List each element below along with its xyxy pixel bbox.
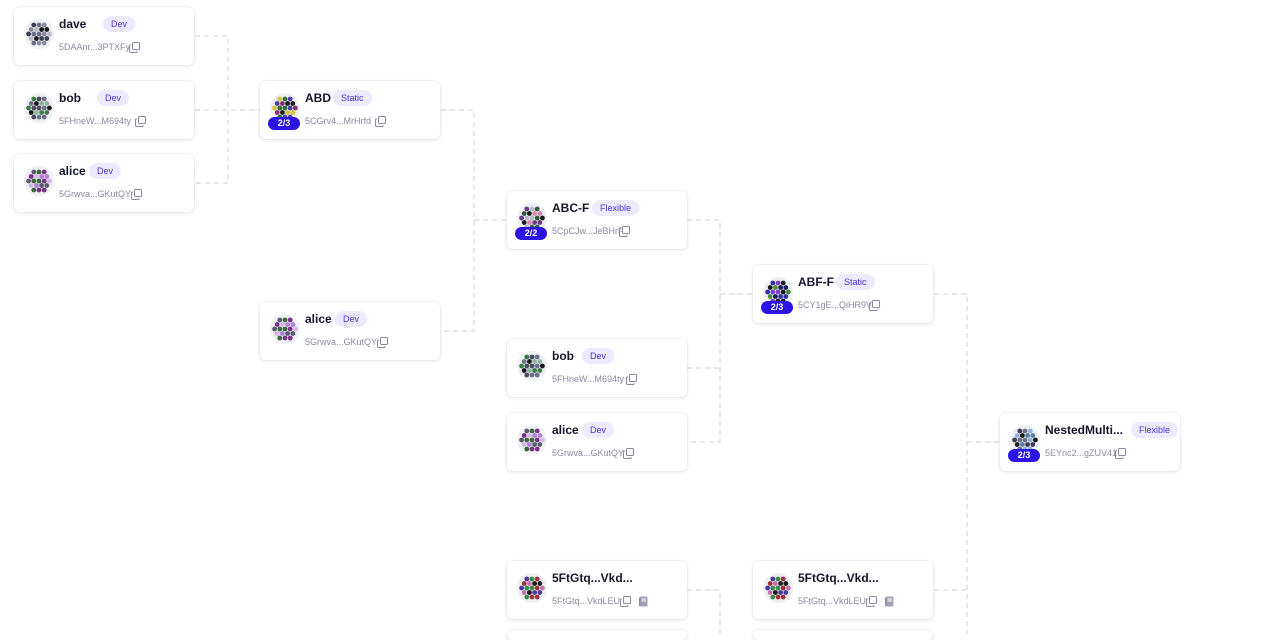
signatory-card-alice[interactable]: alice Dev 5Grwva...GKutQY	[507, 413, 687, 471]
copy-icon[interactable]	[135, 116, 146, 127]
threshold-badge: 2/3	[1008, 449, 1040, 462]
account-name: bob	[552, 349, 574, 363]
book-icon[interactable]	[884, 596, 895, 607]
identicon-avatar	[24, 93, 54, 123]
multisig-type-badge: Static	[836, 274, 875, 290]
account-type-badge: Dev	[89, 163, 122, 179]
account-card-partial[interactable]	[753, 630, 933, 640]
account-name: alice	[552, 423, 579, 437]
multisig-address: 5CGrv4...MrHrfd	[305, 116, 372, 126]
identicon-avatar	[270, 314, 300, 344]
multisig-type-badge: Flexible	[1131, 422, 1179, 438]
signatory-card-alice[interactable]: alice Dev 5Grwva...GKutQY	[260, 302, 440, 360]
account-name: alice	[305, 312, 332, 326]
account-address: 5FtGtq...VkdLEU	[552, 596, 621, 606]
account-address: 5Grwva...GKutQY	[305, 337, 378, 347]
multisig-name: ABC-F	[552, 201, 590, 215]
account-address: 5Grwva...GKutQY	[552, 448, 625, 458]
copy-icon[interactable]	[377, 337, 388, 348]
multisig-card-abc-f[interactable]: 2/2 ABC-F Flexible 5CpCJw...JeBHrF	[507, 191, 687, 249]
threshold-badge: 2/3	[761, 301, 793, 314]
multisig-address: 5CY1gE...QiHR9V	[798, 300, 873, 310]
multisig-name: ABD	[305, 91, 331, 105]
copy-icon[interactable]	[626, 374, 637, 385]
multisig-address: 5CpCJw...JeBHrF	[552, 226, 624, 236]
account-address: 5FtGtq...VkdLEU	[798, 596, 867, 606]
multisig-name: NestedMulti...	[1045, 423, 1124, 437]
account-type-badge: Dev	[582, 422, 615, 438]
signatory-card-bob[interactable]: bob Dev 5FHneW...M694ty	[507, 339, 687, 397]
account-name: alice	[59, 164, 86, 178]
copy-icon[interactable]	[375, 116, 386, 127]
copy-icon[interactable]	[619, 226, 630, 237]
copy-icon[interactable]	[131, 189, 142, 200]
account-name: 5FtGtq...Vkd...	[552, 571, 633, 585]
copy-icon[interactable]	[620, 596, 631, 607]
identicon-avatar	[24, 166, 54, 196]
account-type-badge: Dev	[582, 348, 615, 364]
signatory-card-bob[interactable]: bob Dev 5FHneW...M694ty	[14, 81, 194, 139]
account-card-5ftgtq[interactable]: 5FtGtq...Vkd... 5FtGtq...VkdLEU	[507, 561, 687, 619]
account-type-badge: Dev	[103, 16, 136, 32]
multisig-name: ABF-F	[798, 275, 834, 289]
account-name: 5FtGtq...Vkd...	[798, 571, 879, 585]
identicon-avatar	[763, 573, 793, 603]
multisig-card-abf-f[interactable]: 2/3 ABF-F Static 5CY1gE...QiHR9V	[753, 265, 933, 323]
threshold-badge: 2/3	[268, 117, 300, 130]
account-type-badge: Dev	[97, 90, 130, 106]
copy-icon[interactable]	[129, 42, 140, 53]
identicon-avatar	[517, 573, 547, 603]
identicon-avatar	[24, 19, 54, 49]
copy-icon[interactable]	[1115, 448, 1126, 459]
account-address: 5FHneW...M694ty	[59, 116, 132, 126]
account-address: 5DAAnr...3PTXFy	[59, 42, 131, 52]
multisig-card-abd[interactable]: 2/3 ABD Static 5CGrv4...MrHrfd	[260, 81, 440, 139]
account-card-5ftgtq[interactable]: 5FtGtq...Vkd... 5FtGtq...VkdLEU	[753, 561, 933, 619]
book-icon[interactable]	[638, 596, 649, 607]
threshold-badge: 2/2	[515, 227, 547, 240]
account-address: 5Grwva...GKutQY	[59, 189, 132, 199]
copy-icon[interactable]	[869, 300, 880, 311]
account-name: bob	[59, 91, 81, 105]
account-card-partial[interactable]	[507, 630, 687, 640]
multisig-address: 5EYnc2...gZUV41	[1045, 448, 1118, 458]
signatory-card-alice[interactable]: alice Dev 5Grwva...GKutQY	[14, 154, 194, 212]
multisig-type-badge: Static	[333, 90, 372, 106]
multisig-type-badge: Flexible	[592, 200, 640, 216]
copy-icon[interactable]	[866, 596, 877, 607]
multisig-card-nested[interactable]: 2/3 NestedMulti... Flexible 5EYnc2...gZU…	[1000, 413, 1180, 471]
identicon-avatar	[517, 351, 547, 381]
copy-icon[interactable]	[623, 448, 634, 459]
account-address: 5FHneW...M694ty	[552, 374, 625, 384]
account-type-badge: Dev	[335, 311, 368, 327]
account-name: dave	[59, 17, 87, 31]
signatory-card-dave[interactable]: dave Dev 5DAAnr...3PTXFy	[14, 7, 194, 65]
identicon-avatar	[517, 425, 547, 455]
